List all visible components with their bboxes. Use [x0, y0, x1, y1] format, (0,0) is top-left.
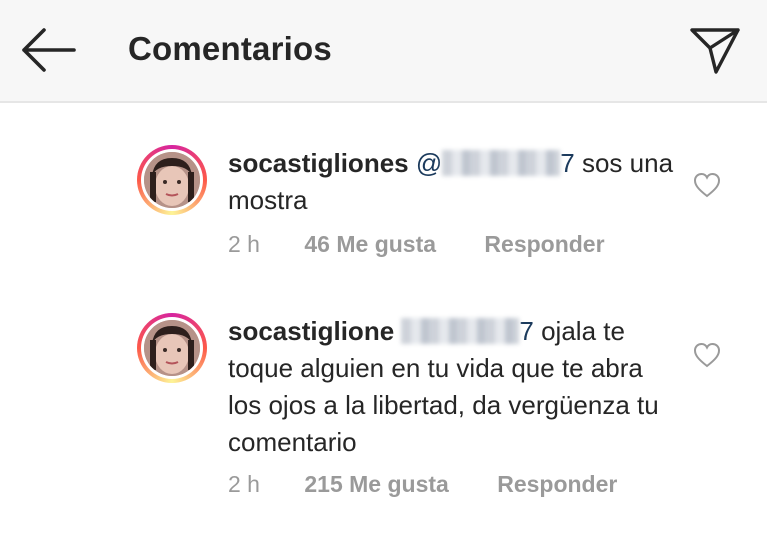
blurred-username [442, 150, 561, 176]
comment-meta: 2 h 215 Me gusta Responder [228, 471, 617, 498]
heart-icon[interactable] [692, 341, 722, 369]
comment-likes[interactable]: 215 Me gusta [304, 471, 448, 497]
comment-time: 2 h [228, 471, 260, 497]
mention-link[interactable]: @7 [416, 148, 575, 178]
page-title: Comentarios [128, 30, 332, 67]
avatar[interactable] [137, 145, 207, 215]
arrow-left-icon[interactable] [18, 26, 80, 74]
comment-meta: 2 h 46 Me gusta Responder [228, 231, 605, 258]
comment-time: 2 h [228, 231, 260, 257]
reply-button[interactable]: Responder [484, 231, 604, 257]
mention-link[interactable]: 7 [401, 316, 534, 346]
top-bar: Comentarios [0, 0, 767, 103]
comment-username[interactable]: socastiglione [228, 316, 394, 346]
comment-likes[interactable]: 46 Me gusta [304, 231, 436, 257]
avatar[interactable] [137, 313, 207, 383]
blurred-username [401, 318, 520, 344]
comment-username[interactable]: socastigliones [228, 148, 409, 178]
comment-text: socastigliones @7 sos una mostra [228, 145, 678, 219]
comment-text: socastiglione 7 ojala te toque alguien e… [228, 313, 678, 461]
reply-button[interactable]: Responder [497, 471, 617, 497]
paper-plane-icon[interactable] [686, 24, 744, 78]
heart-icon[interactable] [692, 171, 722, 199]
